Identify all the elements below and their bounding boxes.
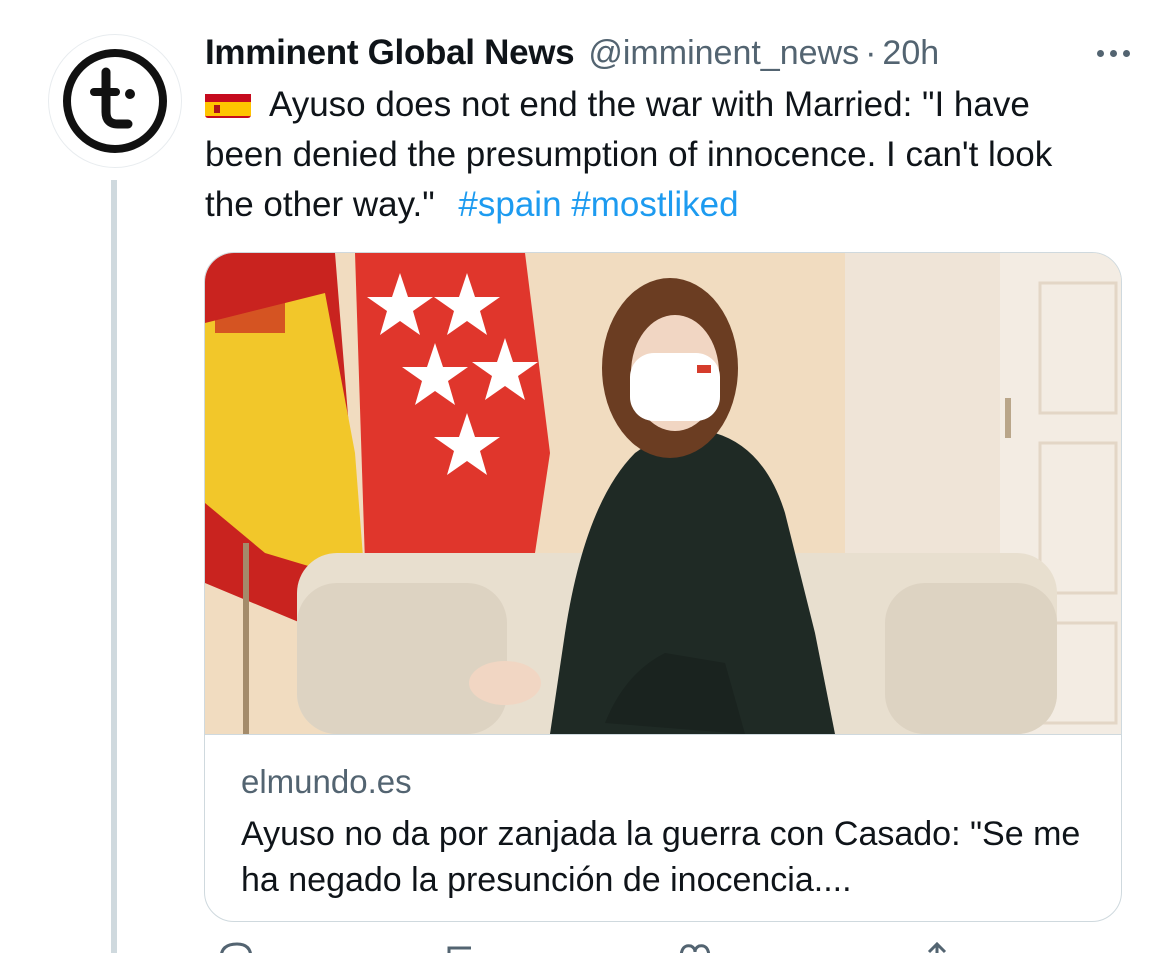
author-name[interactable]: Imminent Global News xyxy=(205,33,575,73)
card-image[interactable] xyxy=(205,253,1121,734)
t-logo-icon xyxy=(63,49,167,153)
share-icon[interactable] xyxy=(917,938,957,953)
tweet-text: Ayuso does not end the war with Married:… xyxy=(205,80,1105,230)
avatar[interactable] xyxy=(48,34,182,168)
link-card[interactable]: elmundo.es Ayuso no da por zanjada la gu… xyxy=(204,252,1122,922)
hashtag-mostliked[interactable]: #mostliked xyxy=(571,185,738,224)
thread-line xyxy=(111,180,117,953)
tweet[interactable]: Imminent Global News @imminent_news · 20… xyxy=(0,0,1170,953)
spain-flag-icon xyxy=(205,88,251,118)
card-divider xyxy=(205,734,1121,735)
card-domain: elmundo.es xyxy=(241,763,412,800)
card-title: Ayuso no da por zanjada la guerra con Ca… xyxy=(241,815,1081,899)
hashtag-spain[interactable]: #spain xyxy=(458,185,561,224)
tweet-time[interactable]: 20h xyxy=(882,34,939,73)
more-options-icon[interactable] xyxy=(1081,40,1145,66)
author-handle[interactable]: @imminent_news xyxy=(588,34,859,73)
avatar-column xyxy=(48,34,182,168)
tweet-header: Imminent Global News @imminent_news · 20… xyxy=(205,30,1145,76)
like-icon[interactable] xyxy=(675,938,715,953)
separator-dot: · xyxy=(865,33,877,72)
reply-icon[interactable] xyxy=(215,938,255,953)
action-bar xyxy=(205,938,1105,953)
retweet-icon[interactable] xyxy=(441,938,481,953)
